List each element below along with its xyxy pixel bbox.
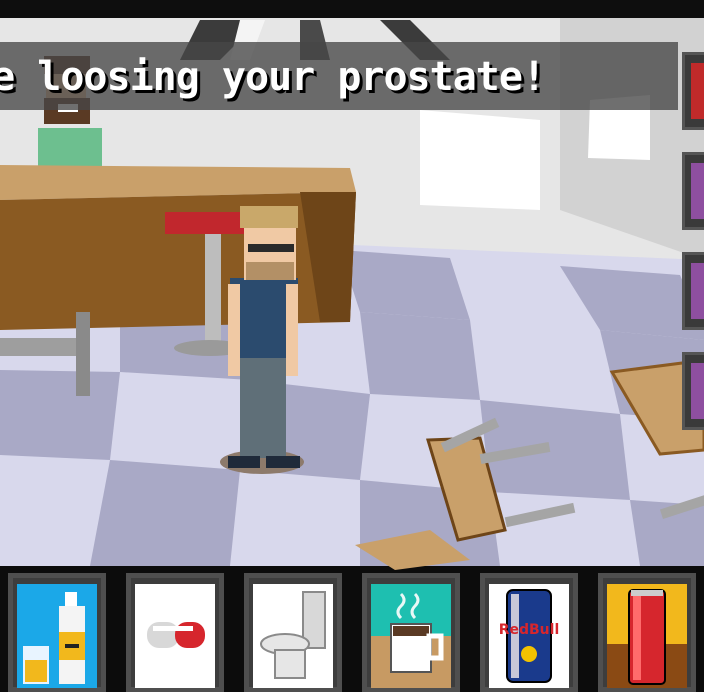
- side-button-purple-2[interactable]: [682, 252, 704, 330]
- dialog-box: re loosing your prostate!: [0, 42, 678, 110]
- side-button-red[interactable]: [682, 52, 704, 130]
- red-menu-icon: [691, 63, 704, 119]
- cola-can-icon: [607, 584, 687, 688]
- purple-menu-icon: [691, 363, 704, 419]
- side-button-purple-1[interactable]: [682, 152, 704, 230]
- energy-drink-label: RedBull: [499, 622, 560, 638]
- inventory-slot-energy-drink[interactable]: RedBull: [480, 573, 578, 692]
- inventory-slot-pill[interactable]: [126, 573, 224, 692]
- energy-drink-can-icon: RedBull: [489, 584, 569, 688]
- pill-icon: [135, 584, 215, 688]
- purple-menu-icon: [691, 263, 704, 319]
- water-bottle-icon: [17, 584, 97, 688]
- inventory-slot-cola[interactable]: [598, 573, 696, 692]
- side-button-purple-3[interactable]: [682, 352, 704, 430]
- inventory-slot-water[interactable]: [8, 573, 106, 692]
- inventory-slot-coffee[interactable]: [362, 573, 460, 692]
- purple-menu-icon: [691, 163, 704, 219]
- coffee-mug-icon: [371, 584, 451, 688]
- dialog-text: re loosing your prostate!: [0, 54, 546, 100]
- inventory-slot-toilet[interactable]: [244, 573, 342, 692]
- toilet-icon: [253, 584, 333, 688]
